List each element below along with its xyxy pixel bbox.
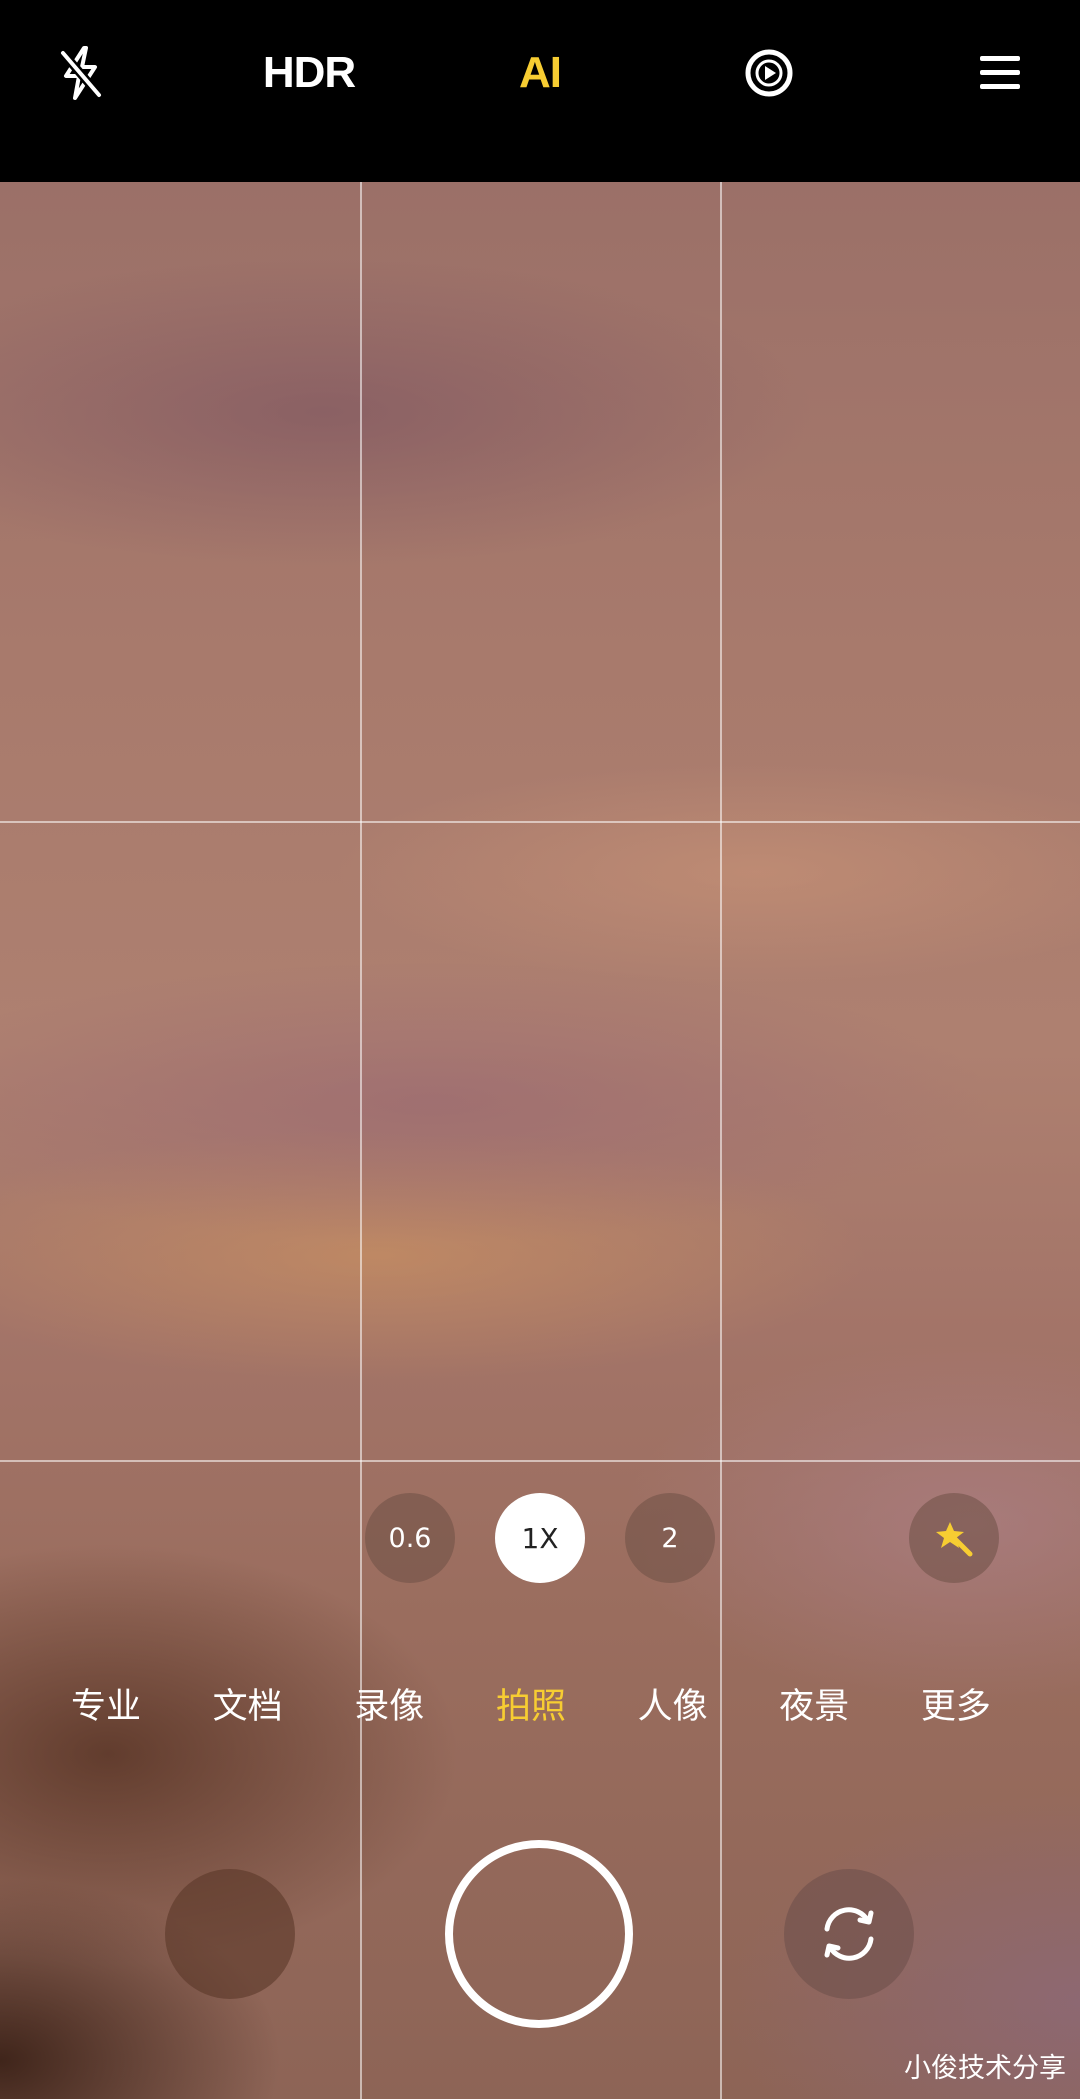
ai-toggle[interactable]: AI [500,40,580,106]
mode-document[interactable]: 文档 [198,1678,298,1729]
switch-camera-icon [824,1907,874,1961]
grid-line [0,821,1080,823]
beauty-button[interactable] [909,1493,999,1583]
mode-selector: 专业 文档 录像 拍照 人像 夜景 更多 [56,1670,1006,1736]
magic-wand-icon [936,1522,973,1557]
live-photo-toggle[interactable] [736,40,802,106]
flash-toggle[interactable] [48,40,114,106]
mode-video[interactable]: 录像 [339,1678,439,1729]
mode-portrait[interactable]: 人像 [623,1678,723,1729]
shutter-button[interactable] [445,1840,633,2028]
menu-button[interactable] [976,40,1024,106]
grid-line [720,182,722,2099]
grid-line [0,1460,1080,1462]
mode-photo[interactable]: 拍照 [481,1678,581,1729]
watermark: 小俊技术分享 [904,2053,1066,2084]
menu-icon [980,56,1020,89]
flash-off-icon [59,46,103,100]
mode-pro[interactable]: 专业 [56,1678,156,1729]
gallery-thumbnail[interactable] [165,1869,295,1999]
zoom-1x-button[interactable]: 1X [495,1493,585,1583]
live-photo-icon [745,49,793,97]
mode-more[interactable]: 更多 [906,1678,1006,1729]
top-bar: HDR AI [0,0,1080,182]
zoom-2-button[interactable]: 2 [625,1493,715,1583]
zoom-0.6-button[interactable]: 0.6 [365,1493,455,1583]
hdr-toggle[interactable]: HDR [254,40,364,106]
camera-viewfinder[interactable] [0,182,1080,2099]
mode-night[interactable]: 夜景 [764,1678,864,1729]
switch-camera-button[interactable] [784,1869,914,1999]
grid-line [360,182,362,2099]
